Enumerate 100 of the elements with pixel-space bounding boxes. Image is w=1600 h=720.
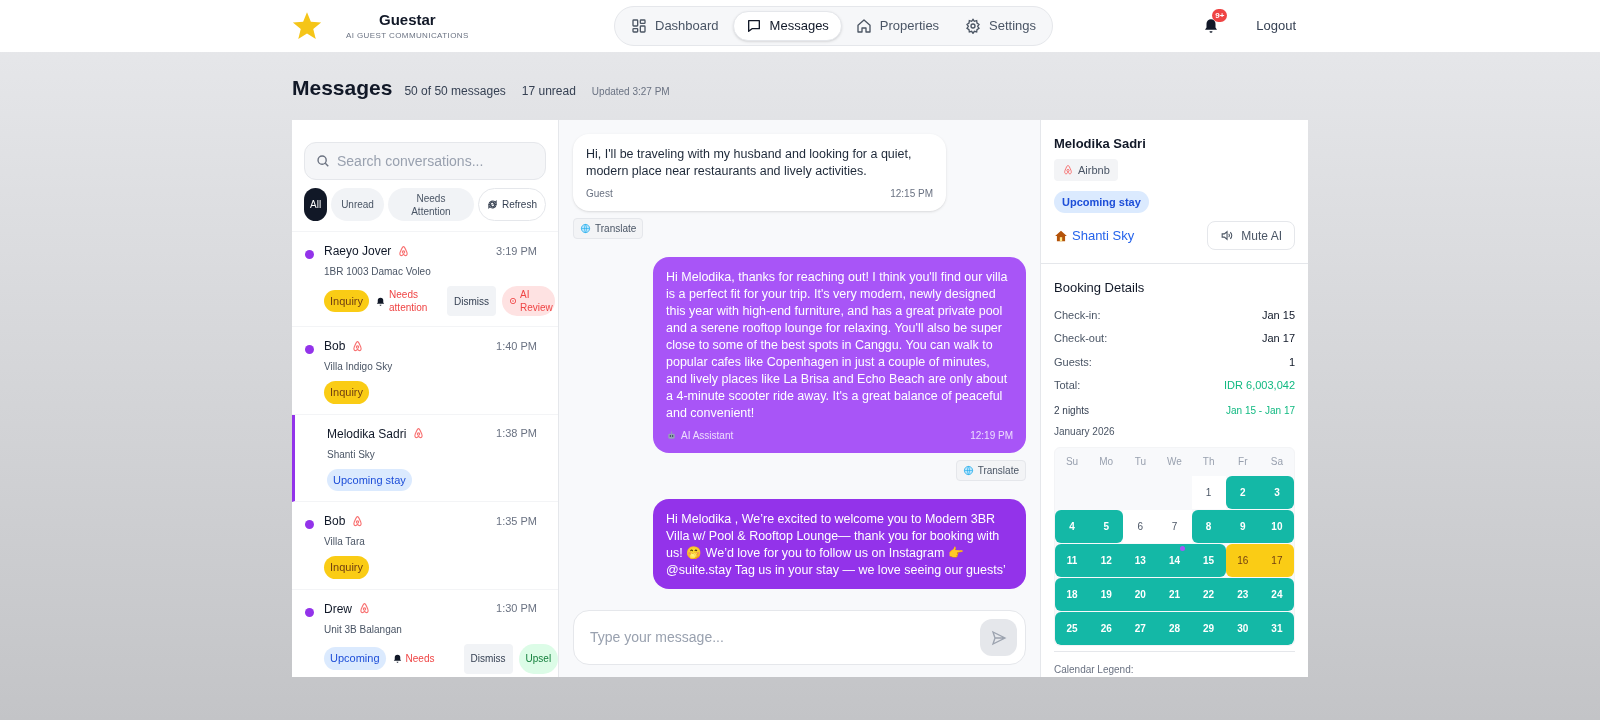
calendar-day[interactable]: 28 — [1157, 611, 1192, 645]
calendar-day[interactable]: 19 — [1089, 577, 1124, 611]
grid-icon — [631, 18, 647, 34]
message-sender: AI Assistant — [681, 429, 734, 443]
send-icon — [990, 629, 1007, 646]
calendar-day[interactable]: 31 — [1259, 611, 1294, 645]
filter-chip[interactable]: Unread — [331, 188, 384, 221]
calendar-day[interactable]: 10 — [1259, 509, 1294, 543]
detail-label: Check-in: — [1054, 307, 1101, 323]
refresh-icon — [486, 199, 498, 210]
refresh-button[interactable]: Refresh — [477, 188, 546, 221]
weekday-label: Th — [1201, 455, 1216, 470]
bell-icon — [391, 653, 403, 664]
message-time: 1:35 PM — [496, 513, 537, 529]
airbnb-icon — [1062, 163, 1074, 176]
airbnb-icon — [397, 244, 411, 258]
dismiss-button[interactable]: Dismiss — [463, 643, 513, 674]
ai-review-button[interactable]: AI Review — [502, 286, 556, 316]
translate-button[interactable]: Translate — [955, 460, 1026, 481]
nav-tab[interactable]: Properties — [843, 11, 952, 41]
message-time: 3:19 PM — [496, 243, 537, 259]
airbnb-icon — [412, 427, 426, 440]
guest-name: Bob — [324, 338, 346, 355]
star-logo-icon — [292, 11, 322, 41]
weekday-label: Mo — [1098, 455, 1115, 470]
calendar-day[interactable]: 16 — [1225, 543, 1260, 577]
calendar-month: January 2026 — [1054, 424, 1116, 439]
legend-title: Calendar Legend: — [1054, 663, 1134, 675]
message-time: 1:30 PM — [496, 601, 537, 617]
calendar-day[interactable]: 7 — [1157, 509, 1192, 543]
guest-name: Bob — [324, 513, 346, 530]
guest-name: Melodika Sadri — [327, 425, 407, 443]
nav-tab[interactable]: Settings — [953, 11, 1049, 41]
date-range: Jan 15 - Jan 17 — [1226, 403, 1295, 418]
message-text: Hi, I'll be traveling with my husband and looking for a quiet, modern place near restaurants and lively activities. — [586, 146, 913, 180]
calendar-day[interactable]: 29 — [1191, 611, 1226, 645]
calendar-day[interactable]: 23 — [1225, 577, 1260, 611]
calendar-day[interactable]: 25 — [1055, 611, 1090, 645]
search-field[interactable]: Search conversations... — [304, 142, 546, 180]
brand-name: Guestar — [379, 10, 436, 30]
filter-chip[interactable]: Needs Attention — [387, 188, 474, 221]
detail-label: Total: — [1054, 378, 1081, 394]
warning-icon — [509, 297, 518, 305]
updated-time: Updated 3:27 PM — [591, 85, 670, 99]
calendar-day[interactable]: 12 — [1089, 543, 1124, 577]
translate-button[interactable]: Translate — [573, 218, 644, 239]
message-time: 1:38 PM — [496, 426, 537, 442]
detail-label: Guests: — [1054, 354, 1092, 370]
calendar-day[interactable]: 6 — [1123, 509, 1158, 543]
calendar-day[interactable]: 21 — [1157, 577, 1192, 611]
message-composer[interactable]: Type your message... — [573, 610, 1026, 665]
message-input[interactable]: Type your message... — [590, 627, 980, 648]
calendar-day[interactable]: 3 — [1259, 475, 1294, 509]
weekday-label: Su — [1064, 455, 1080, 470]
section-title: Booking Details — [1054, 279, 1146, 298]
calendar-day[interactable]: 20 — [1123, 577, 1158, 611]
nav-tab[interactable]: Messages — [732, 11, 842, 41]
airbnb-icon — [358, 602, 371, 615]
message-time: 1:40 PM — [496, 338, 537, 354]
property-name: Unit 3B Balangan — [324, 622, 403, 637]
house-icon — [855, 18, 872, 34]
detail-label: Check-out: — [1054, 331, 1108, 347]
calendar-day[interactable]: 9 — [1225, 509, 1260, 543]
upsell-button[interactable]: Upsel — [518, 643, 558, 674]
guest-name: Melodika Sadri — [1054, 135, 1147, 153]
filter-chip[interactable]: All — [304, 188, 328, 221]
calendar-day[interactable]: 4 — [1055, 509, 1090, 543]
calendar-day[interactable]: 17 — [1259, 543, 1294, 577]
calendar-day[interactable]: 13 — [1123, 543, 1158, 577]
status-tag: Inquiry — [324, 556, 370, 579]
conversation-item[interactable]: Melodika Sadri 1:38 PM Shanti Sky Upcoming stay — [292, 414, 558, 502]
dismiss-button[interactable]: Dismiss — [447, 286, 497, 316]
mute-ai-button[interactable]: Mute AI — [1207, 221, 1295, 251]
bell-icon — [375, 295, 387, 307]
calendar-day[interactable]: 8 — [1191, 509, 1226, 543]
calendar-day[interactable]: 30 — [1225, 611, 1260, 645]
calendar-day[interactable]: 1 — [1191, 475, 1226, 509]
nights-count: 2 nights — [1054, 403, 1090, 418]
calendar-day[interactable]: 22 — [1191, 577, 1226, 611]
calendar-day[interactable]: 5 — [1089, 509, 1124, 543]
settings-icon — [965, 18, 982, 34]
logout-button[interactable]: Logout — [1256, 16, 1296, 36]
calendar-day[interactable]: 18 — [1055, 577, 1090, 611]
calendar-day[interactable]: 15 — [1191, 543, 1226, 577]
airbnb-icon — [351, 339, 365, 353]
detail-value: IDR 6,003,042 — [1224, 378, 1295, 394]
calendar-day[interactable]: 11 — [1055, 543, 1090, 577]
calendar-day[interactable]: 27 — [1123, 611, 1158, 645]
calendar-day[interactable]: 14 — [1157, 543, 1192, 577]
nav-tab[interactable]: Dashboard — [619, 11, 731, 41]
page-title: Messages — [292, 75, 393, 101]
calendar-day[interactable]: 2 — [1225, 475, 1260, 509]
status-tag: Upcoming stay — [327, 468, 412, 491]
property-name: 1BR 1003 Damac Voleo — [324, 265, 432, 279]
property-link[interactable]: Shanti Sky — [1072, 226, 1135, 246]
guest-name: Raeyo Jover — [324, 243, 392, 260]
calendar-day[interactable]: 24 — [1259, 577, 1294, 611]
calendar-day[interactable]: 26 — [1089, 611, 1124, 645]
brand-tagline: AI GUEST COMMUNICATIONS — [346, 30, 469, 42]
airbnb-icon — [351, 514, 365, 528]
